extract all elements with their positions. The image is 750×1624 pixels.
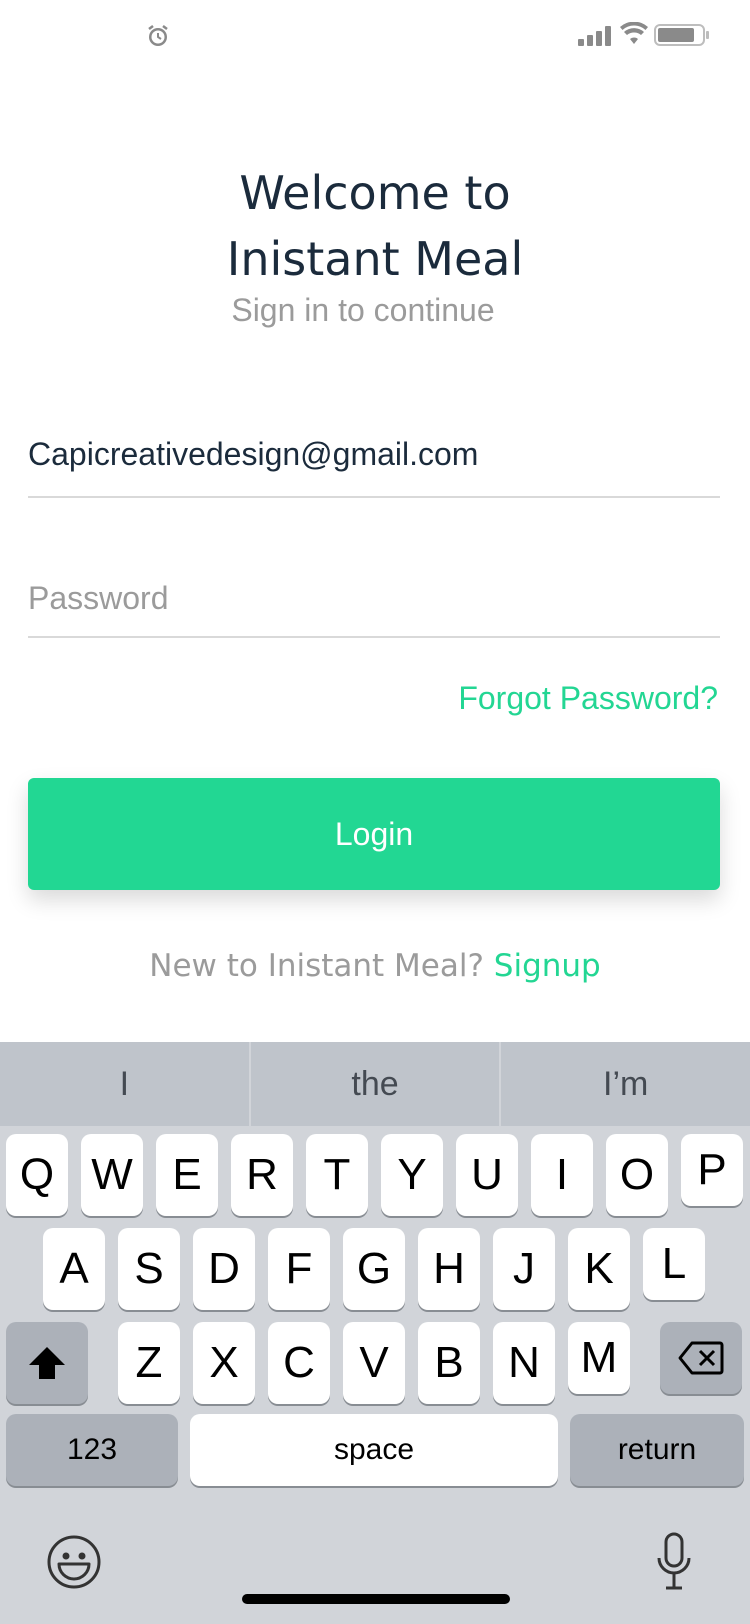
email-field-container	[28, 436, 720, 498]
forgot-password-link[interactable]: Forgot Password?	[458, 680, 718, 717]
home-indicator[interactable]	[242, 1594, 510, 1604]
key[interactable]: T	[306, 1134, 368, 1216]
signup-prompt: New to Inistant Meal? Signup	[0, 948, 750, 984]
key[interactable]: Y	[381, 1134, 443, 1216]
emoji-icon[interactable]	[46, 1534, 102, 1590]
key[interactable]: V	[343, 1322, 405, 1404]
key[interactable]: P	[681, 1134, 743, 1206]
key[interactable]: R	[231, 1134, 293, 1216]
key[interactable]: S	[118, 1228, 180, 1310]
key[interactable]: O	[606, 1134, 668, 1216]
key[interactable]: H	[418, 1228, 480, 1310]
key[interactable]: A	[43, 1228, 105, 1310]
shift-key[interactable]	[6, 1322, 88, 1404]
suggestion-item[interactable]: I’m	[501, 1042, 750, 1126]
title-line-2: Inistant Meal	[226, 232, 524, 286]
key[interactable]: D	[193, 1228, 255, 1310]
password-field[interactable]	[28, 580, 720, 617]
suggestion-item[interactable]: I	[0, 1042, 251, 1126]
key[interactable]: C	[268, 1322, 330, 1404]
space-key[interactable]: space	[190, 1414, 558, 1486]
email-field[interactable]	[28, 436, 720, 473]
key[interactable]: N	[493, 1322, 555, 1404]
key[interactable]: L	[643, 1228, 705, 1300]
key[interactable]: E	[156, 1134, 218, 1216]
return-key[interactable]: return	[570, 1414, 744, 1486]
page-title: Welcome to Inistant Meal	[0, 160, 750, 292]
key[interactable]: Q	[6, 1134, 68, 1216]
backspace-icon	[678, 1341, 724, 1375]
password-field-container	[28, 580, 720, 638]
key[interactable]: W	[81, 1134, 143, 1216]
battery-icon	[654, 24, 709, 46]
title-line-1: Welcome to	[239, 166, 511, 220]
login-button[interactable]: Login	[28, 778, 720, 890]
key[interactable]: B	[418, 1322, 480, 1404]
numbers-key[interactable]: 123	[6, 1414, 178, 1486]
key[interactable]: J	[493, 1228, 555, 1310]
wifi-icon	[620, 22, 648, 44]
page-subtitle: Sign in to continue	[231, 292, 495, 328]
key[interactable]: U	[456, 1134, 518, 1216]
cellular-signal-icon	[578, 26, 611, 46]
key[interactable]: Z	[118, 1322, 180, 1404]
shift-icon	[29, 1347, 65, 1379]
suggestion-item[interactable]: the	[251, 1042, 502, 1126]
key[interactable]: X	[193, 1322, 255, 1404]
key[interactable]: F	[268, 1228, 330, 1310]
key[interactable]: I	[531, 1134, 593, 1216]
key[interactable]: M	[568, 1322, 630, 1394]
alarm-icon	[148, 25, 168, 46]
backspace-key[interactable]	[660, 1322, 742, 1394]
signup-link[interactable]: Signup	[494, 948, 601, 984]
status-bar	[0, 0, 750, 80]
suggestion-bar: I the I’m	[0, 1042, 750, 1126]
microphone-icon[interactable]	[656, 1532, 692, 1592]
key[interactable]: G	[343, 1228, 405, 1310]
signup-prompt-text: New to Inistant Meal?	[149, 948, 494, 984]
keyboard: I the I’m Q W E R T Y U I O P A S D F G …	[0, 1042, 750, 1624]
key[interactable]: K	[568, 1228, 630, 1310]
